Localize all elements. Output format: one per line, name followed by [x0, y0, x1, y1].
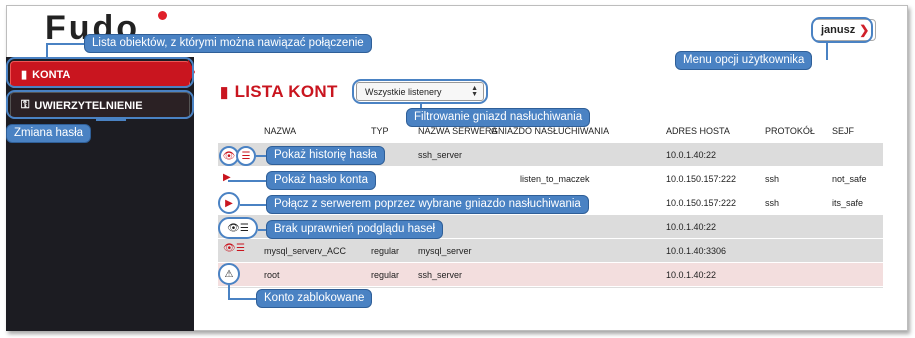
cell-server: mysql_server	[418, 246, 472, 256]
callout-history: Pokaż historię hasła	[266, 146, 385, 165]
cell-host: 10.0.150.157:222	[666, 174, 737, 184]
column-header-server: NAZWA SERWERA	[418, 126, 498, 136]
cell-host: 10.0.1.40:22	[666, 270, 717, 280]
connector	[46, 44, 48, 58]
cell-host: 10.0.150.157:222	[666, 198, 737, 208]
connector	[46, 43, 86, 45]
eye-icon[interactable]: 👁	[223, 243, 236, 254]
column-header-name: NAZWA	[264, 126, 297, 136]
callout-connect: Połącz z serwerem poprzez wybrane gniazd…	[266, 195, 589, 214]
book-icon: ▮	[220, 84, 229, 101]
page-title: ▮ LISTA KONT	[220, 82, 338, 102]
column-header-host: ADRES HOSTA	[666, 126, 730, 136]
callout-show-password: Pokaż hasło konta	[266, 171, 376, 190]
cell-name: mysql_serverv_ACC	[264, 246, 347, 256]
cell-server: ssh_server	[418, 270, 463, 280]
table-bottom-border	[218, 287, 883, 288]
highlight-sidebar-konta	[6, 57, 194, 88]
connector	[96, 119, 126, 121]
logo-dot	[158, 11, 167, 20]
cell-type: regular	[371, 246, 400, 256]
table-row[interactable]: root regular ssh_server 10.0.1.40:22	[218, 263, 883, 286]
connector	[228, 285, 230, 299]
cell-host: 10.0.1.40:22	[666, 222, 717, 232]
table-row[interactable]: 👁 ☰ mysql_serverv_ACC regular mysql_serv…	[218, 239, 883, 262]
callout-no-permission: Brak uprawnień podglądu haseł	[266, 220, 444, 239]
cell-safe: not_safe	[832, 174, 867, 184]
cell-host: 10.0.1.40:22	[666, 150, 717, 160]
connect-icon[interactable]: ▶	[218, 192, 240, 214]
history-list-icon[interactable]: ☰	[236, 243, 245, 254]
callout-filter: Filtrowanie gniazd nasłuchiwania	[406, 108, 591, 127]
cell-type: regular	[371, 270, 400, 280]
warning-icon: ⚠	[218, 263, 240, 285]
connector	[826, 43, 828, 60]
page-title-text: LISTA KONT	[234, 82, 338, 101]
column-header-listener: GNIAZDO NASŁUCHIWANIA	[491, 126, 610, 136]
cell-host: 10.0.1.40:3306	[666, 246, 727, 256]
callout-objects-list: Lista obiektów, z którymi można nawiązać…	[84, 34, 372, 53]
callout-change-password: Zmiana hasła	[6, 124, 92, 143]
highlight-sidebar-auth	[6, 90, 194, 119]
cell-protocol: ssh	[765, 174, 780, 184]
cell-protocol: ssh	[765, 198, 780, 208]
column-header-type: TYP	[371, 126, 389, 136]
cell-listener: listen_to_maczek	[520, 174, 590, 184]
callout-locked: Konto zablokowane	[256, 289, 373, 308]
connector	[228, 298, 258, 300]
column-header-protocol: PROTOKÓŁ	[765, 126, 815, 136]
history-list-icon[interactable]: ☰	[236, 146, 256, 166]
no-permission-icons: 👁☰	[218, 217, 258, 239]
cell-server: ssh_server	[418, 150, 463, 160]
highlight-filter	[352, 79, 488, 104]
cell-name: root	[264, 270, 280, 280]
column-header-safe: SEJF	[832, 126, 855, 136]
connector	[240, 204, 268, 206]
highlight-user-menu	[811, 17, 873, 43]
connector	[228, 180, 268, 182]
cell-safe: its_safe	[832, 198, 864, 208]
callout-user-menu: Menu opcji użytkownika	[675, 51, 813, 70]
